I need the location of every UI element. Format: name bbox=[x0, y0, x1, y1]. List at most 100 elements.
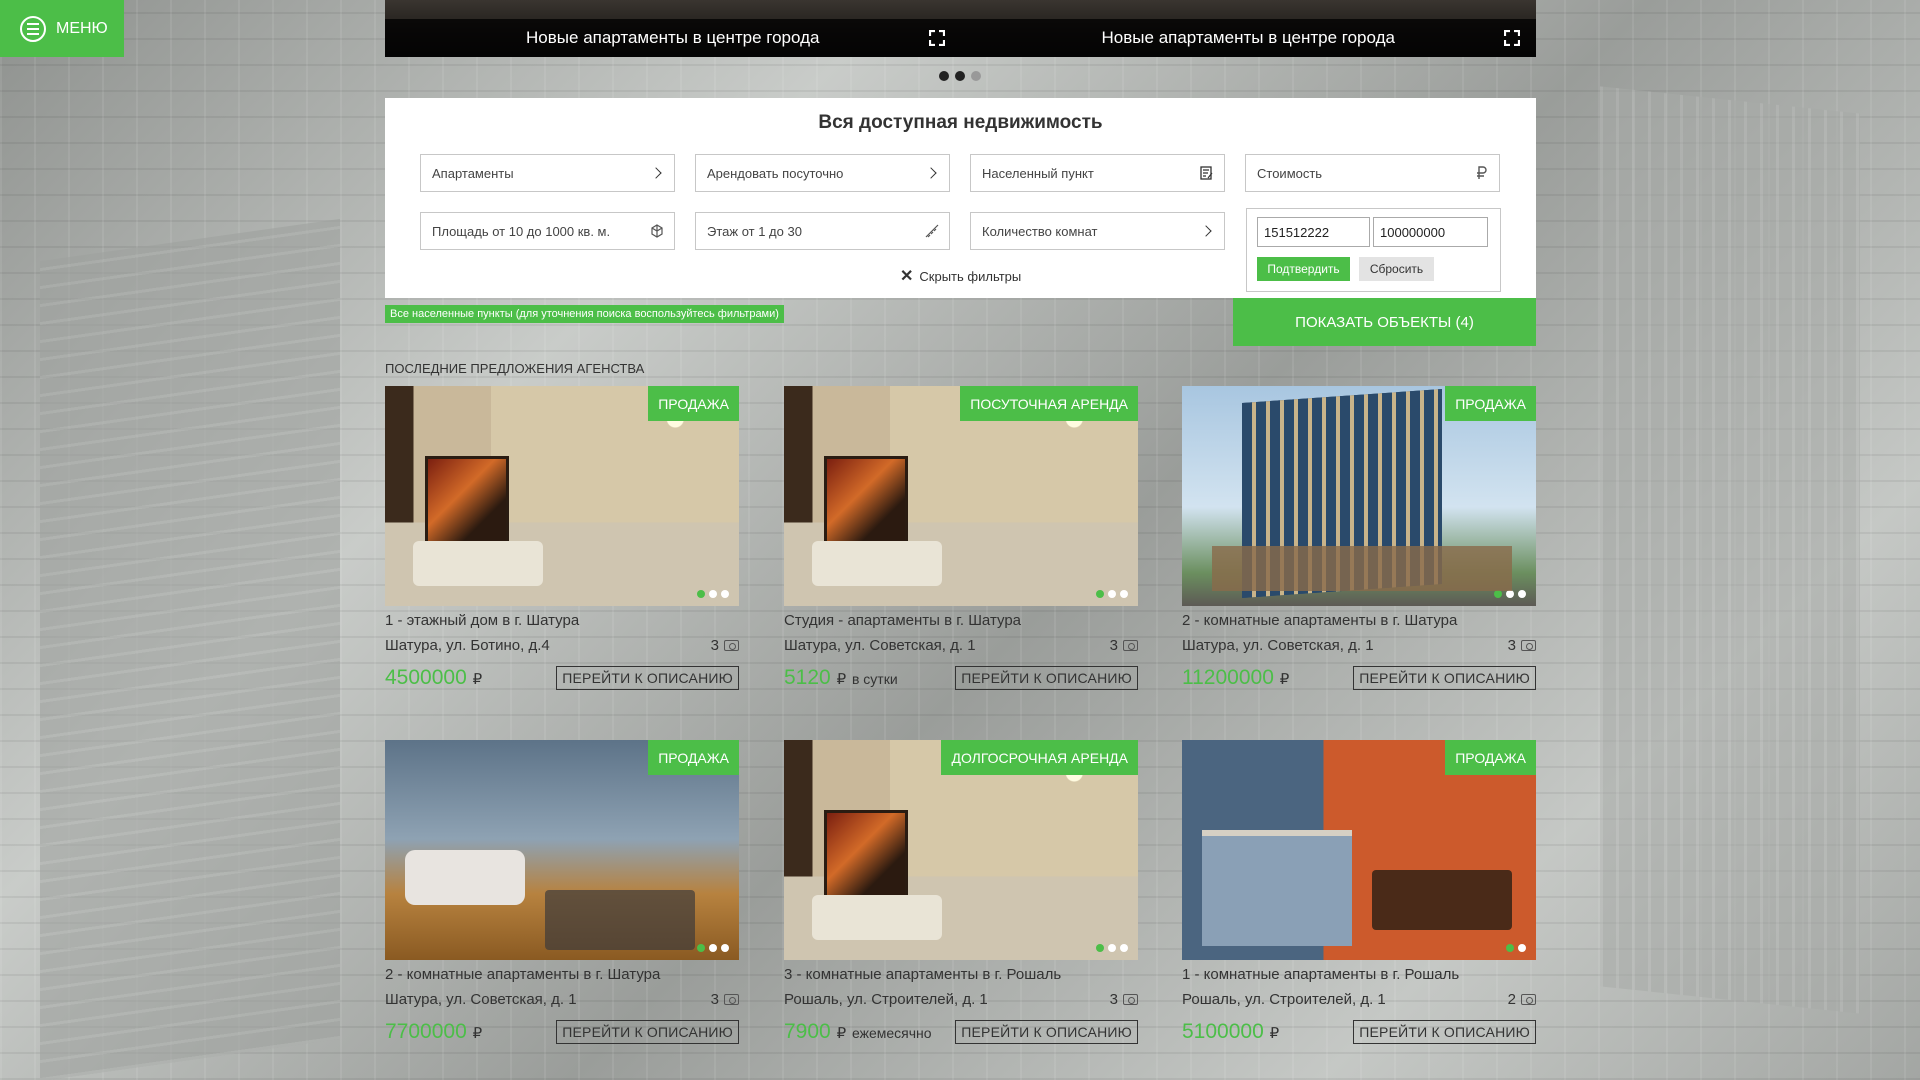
camera-icon bbox=[724, 640, 739, 651]
property-name[interactable]: 3 - комнатные апартаменты в г. Рошаль bbox=[784, 966, 1138, 983]
floor-field[interactable]: Этаж от 1 до 30 bbox=[695, 212, 950, 250]
deal-badge: ДОЛГОСРОЧНАЯ АРЕНДА bbox=[941, 740, 1138, 775]
price-value: 11200000 bbox=[1182, 666, 1274, 689]
price: 11200000 ₽ bbox=[1182, 666, 1289, 690]
edit-list-icon bbox=[1200, 166, 1213, 180]
property-address-row: Шатура, ул. Ботино, д.4 3 bbox=[385, 637, 739, 654]
property-address-row: Шатура, ул. Советская, д. 1 3 bbox=[1182, 637, 1536, 654]
cost-field[interactable]: Стоимость bbox=[1245, 154, 1500, 192]
property-card[interactable]: ПОСУТОЧНАЯ АРЕНДА Студия - апартаменты в… bbox=[784, 386, 1138, 690]
property-card[interactable]: ПРОДАЖА 2 - комнатные апартаменты в г. Ш… bbox=[385, 740, 739, 1044]
property-address-row: Рошаль, ул. Строителей, д. 1 2 bbox=[1182, 991, 1536, 1008]
photo-count: 3 bbox=[1110, 637, 1138, 654]
photo-count-value: 3 bbox=[1109, 991, 1118, 1008]
property-name[interactable]: 2 - комнатные апартаменты в г. Шатура bbox=[385, 966, 739, 983]
deal-badge: ПРОДАЖА bbox=[648, 740, 739, 775]
price-value: 5120 bbox=[784, 666, 831, 689]
photo-dots bbox=[1506, 944, 1526, 952]
property-address: Шатура, ул. Советская, д. 1 bbox=[1182, 637, 1374, 654]
property-name[interactable]: Студия - апартаменты в г. Шатура bbox=[784, 612, 1138, 629]
ruble-icon bbox=[1477, 166, 1487, 179]
chevron-right-icon bbox=[650, 167, 662, 179]
price: 4500000 ₽ bbox=[385, 666, 482, 690]
price-value: 4500000 bbox=[385, 666, 467, 689]
photo-count-value: 3 bbox=[710, 991, 719, 1008]
show-objects-button[interactable]: ПОКАЗАТЬ ОБЪЕКТЫ (4) bbox=[1233, 298, 1536, 346]
property-card[interactable]: ПРОДАЖА 1 - комнатные апартаменты в г. Р… bbox=[1182, 740, 1536, 1044]
rooms-value: Количество комнат bbox=[982, 223, 1098, 239]
camera-icon bbox=[1521, 640, 1536, 651]
photo-dots bbox=[697, 944, 729, 952]
hamburger-icon bbox=[20, 15, 46, 42]
fullscreen-icon[interactable] bbox=[1504, 30, 1520, 46]
property-name[interactable]: 2 - комнатные апартаменты в г. Шатура bbox=[1182, 612, 1536, 629]
menu-button[interactable]: МЕНЮ bbox=[0, 0, 124, 57]
go-to-description-button[interactable]: ПЕРЕЙТИ К ОПИСАНИЮ bbox=[556, 1020, 739, 1044]
section-title: ПОСЛЕДНИЕ ПРЕДЛОЖЕНИЯ АГЕНСТВА bbox=[385, 361, 645, 376]
property-address-row: Рошаль, ул. Строителей, д. 1 3 bbox=[784, 991, 1138, 1008]
deal-badge: ПРОДАЖА bbox=[648, 386, 739, 421]
property-photo[interactable]: ПРОДАЖА bbox=[385, 740, 739, 960]
property-name[interactable]: 1 - комнатные апартаменты в г. Рошаль bbox=[1182, 966, 1536, 983]
go-to-description-button[interactable]: ПЕРЕЙТИ К ОПИСАНИЮ bbox=[955, 1020, 1138, 1044]
go-to-description-button[interactable]: ПЕРЕЙТИ К ОПИСАНИЮ bbox=[1353, 666, 1536, 690]
info-tag: Все населенные пункты (для уточнения пои… bbox=[385, 305, 784, 323]
property-address: Рошаль, ул. Строителей, д. 1 bbox=[1182, 991, 1386, 1008]
price: 5120 ₽ в сутки bbox=[784, 666, 898, 690]
slider-dot[interactable] bbox=[955, 71, 965, 81]
menu-label: МЕНЮ bbox=[56, 19, 108, 37]
photo-dots bbox=[1494, 590, 1526, 598]
floor-value: Этаж от 1 до 30 bbox=[707, 223, 802, 239]
property-card[interactable]: ПРОДАЖА 2 - комнатные апартаменты в г. Ш… bbox=[1182, 386, 1536, 690]
filter-panel: Вся доступная недвижимость Апартаменты А… bbox=[385, 98, 1536, 298]
area-value: Площадь от 10 до 1000 кв. м. bbox=[432, 223, 611, 239]
camera-icon bbox=[1123, 994, 1138, 1005]
slide[interactable]: Новые апартаменты в центре города bbox=[960, 0, 1536, 57]
deal-type-select[interactable]: Арендовать посуточно bbox=[695, 154, 950, 192]
stairs-icon bbox=[925, 224, 939, 238]
currency: ₽ bbox=[836, 671, 847, 688]
reset-button[interactable]: Сбросить bbox=[1359, 257, 1434, 281]
property-photo[interactable]: ПРОДАЖА bbox=[385, 386, 739, 606]
price-to-input[interactable]: 100000000 bbox=[1373, 217, 1488, 247]
price-from-input[interactable]: 151512222 bbox=[1257, 217, 1370, 247]
photo-count-value: 3 bbox=[710, 637, 719, 654]
currency: ₽ bbox=[1269, 1025, 1280, 1042]
property-photo[interactable]: ПОСУТОЧНАЯ АРЕНДА bbox=[784, 386, 1138, 606]
go-to-description-button[interactable]: ПЕРЕЙТИ К ОПИСАНИЮ bbox=[1353, 1020, 1536, 1044]
property-name[interactable]: 1 - этажный дом в г. Шатура bbox=[385, 612, 739, 629]
hide-filters-link[interactable]: ✕ Скрыть фильтры bbox=[900, 266, 1021, 286]
fullscreen-icon[interactable] bbox=[928, 30, 945, 46]
price-range-box: 151512222 100000000 Подтвердить Сбросить bbox=[1246, 208, 1501, 292]
confirm-button[interactable]: Подтвердить bbox=[1257, 257, 1350, 281]
property-card[interactable]: ПРОДАЖА 1 - этажный дом в г. Шатура Шату… bbox=[385, 386, 739, 690]
property-address: Шатура, ул. Ботино, д.4 bbox=[385, 637, 550, 654]
chevron-right-icon bbox=[925, 167, 937, 179]
property-type-select[interactable]: Апартаменты bbox=[420, 154, 675, 192]
camera-icon bbox=[1123, 640, 1138, 651]
chevron-right-icon bbox=[1200, 225, 1212, 237]
rooms-select[interactable]: Количество комнат bbox=[970, 212, 1225, 250]
go-to-description-button[interactable]: ПЕРЕЙТИ К ОПИСАНИЮ bbox=[556, 666, 739, 690]
photo-count: 2 bbox=[1508, 991, 1536, 1008]
slider-dot[interactable] bbox=[939, 71, 949, 81]
currency: ₽ bbox=[472, 671, 483, 688]
deal-badge: ПРОДАЖА bbox=[1445, 740, 1536, 775]
property-address: Рошаль, ул. Строителей, д. 1 bbox=[784, 991, 988, 1008]
slider-dot[interactable] bbox=[971, 71, 981, 81]
property-card[interactable]: ДОЛГОСРОЧНАЯ АРЕНДА 3 - комнатные апарта… bbox=[784, 740, 1138, 1044]
filter-title: Вся доступная недвижимость bbox=[818, 112, 1103, 133]
price-value: 7700000 bbox=[385, 1020, 467, 1043]
area-field[interactable]: Площадь от 10 до 1000 кв. м. bbox=[420, 212, 675, 250]
locality-value: Населенный пункт bbox=[982, 165, 1094, 181]
slide[interactable]: Новые апартаменты в центре города bbox=[385, 0, 961, 57]
close-icon: ✕ bbox=[900, 268, 914, 285]
hide-filters-label: Скрыть фильтры bbox=[919, 268, 1022, 284]
property-photo[interactable]: ПРОДАЖА bbox=[1182, 386, 1536, 606]
property-photo[interactable]: ПРОДАЖА bbox=[1182, 740, 1536, 960]
property-photo[interactable]: ДОЛГОСРОЧНАЯ АРЕНДА bbox=[784, 740, 1138, 960]
photo-count: 3 bbox=[1110, 991, 1138, 1008]
locality-field[interactable]: Населенный пункт bbox=[970, 154, 1225, 192]
cube-icon bbox=[651, 224, 663, 238]
go-to-description-button[interactable]: ПЕРЕЙТИ К ОПИСАНИЮ bbox=[955, 666, 1138, 690]
